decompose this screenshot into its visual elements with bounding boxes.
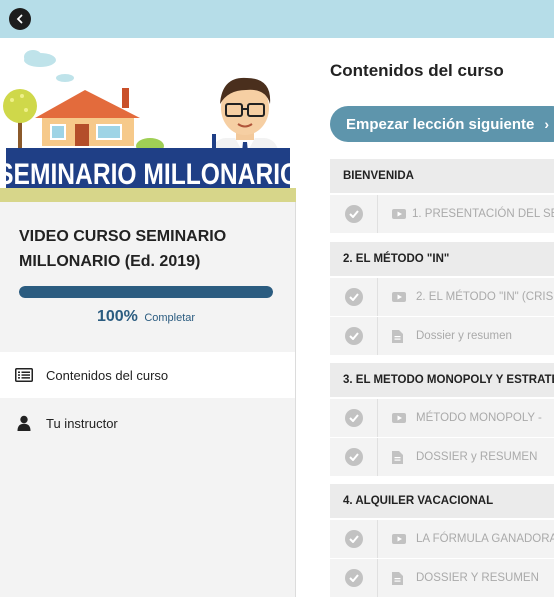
nav-item-label: Tu instructor [46,415,118,431]
completed-check-icon [330,278,378,316]
back-button[interactable] [9,8,31,30]
completed-check-icon [330,559,378,597]
lesson-item[interactable]: 2. EL MÉTODO "IN" (CRISIS) [330,278,554,316]
completed-check-icon [330,399,378,437]
list-icon [14,367,34,383]
lesson-item[interactable]: DOSSIER y RESUMEN [330,438,554,476]
chevron-right-icon: › [544,116,550,132]
page-title: Contenidos del curso [330,61,504,80]
lesson-title: Dossier y resumen [416,330,512,342]
progress-percent: 100% [96,308,138,325]
lesson-item[interactable]: DOSSIER Y RESUMEN [330,559,554,597]
nav-item-instructor[interactable]: Tu instructor [0,400,295,446]
lesson-title: LA FÓRMULA GANADORA [416,533,554,545]
next-lesson-button[interactable]: Empezar lección siguiente › [330,106,554,142]
document-icon [392,450,410,464]
section-header: 4. ALQUILER VACACIONAL [330,484,554,518]
progress-status: Completar [144,312,196,324]
completed-check-icon [330,520,378,558]
top-bar [0,0,554,38]
chevron-left-icon [16,14,23,24]
lesson-title: DOSSIER Y RESUMEN [416,572,539,584]
section-header: 2. EL MÉTODO "IN" [330,242,554,276]
next-lesson-label: Empezar lección siguiente [346,115,535,133]
video-icon [392,209,406,219]
course-banner: SEMINARIO MILLONARIO [0,38,296,202]
lesson-title: 1. PRESENTACIÓN DEL SEMINARIO [412,208,554,220]
nav-item-course-contents[interactable]: Contenidos del curso [0,352,295,398]
completed-check-icon [330,317,378,355]
section-header: 3. EL METODO MONOPOLY Y ESTRATEGIAS [330,363,554,397]
document-icon [392,329,410,343]
video-icon [392,413,410,423]
lesson-title: MÉTODO MONOPOLY - [416,412,542,424]
document-icon [392,571,410,585]
lesson-item[interactable]: 1. PRESENTACIÓN DEL SEMINARIO [330,195,554,233]
progress-fill [19,286,273,298]
lesson-item[interactable]: Dossier y resumen [330,317,554,355]
section-header: BIENVENIDA [330,159,554,193]
lesson-title: 2. EL MÉTODO "IN" (CRISIS) [416,291,554,303]
nav-item-label: Contenidos del curso [46,367,169,383]
lesson-item[interactable]: MÉTODO MONOPOLY - [330,399,554,437]
course-title: VIDEO CURSO SEMINARIO MILLONARIO (Ed. 20… [19,228,227,270]
video-icon [392,292,410,302]
banner-strip [0,188,296,202]
lesson-item[interactable]: LA FÓRMULA GANADORA [330,520,554,558]
completed-check-icon [330,195,378,233]
completed-check-icon [330,438,378,476]
banner-title: SEMINARIO MILLONARIO [0,158,296,191]
course-contents-panel: Contenidos del curso Empezar lección sig… [297,38,554,597]
progress-label: 100% Completar [0,308,292,326]
sidebar: SEMINARIO MILLONARIO VIDEO CURSO SEMINAR… [0,38,296,597]
progress-bar [19,286,273,298]
person-icon [14,415,34,431]
video-icon [392,534,410,544]
lesson-title: DOSSIER y RESUMEN [416,451,538,463]
